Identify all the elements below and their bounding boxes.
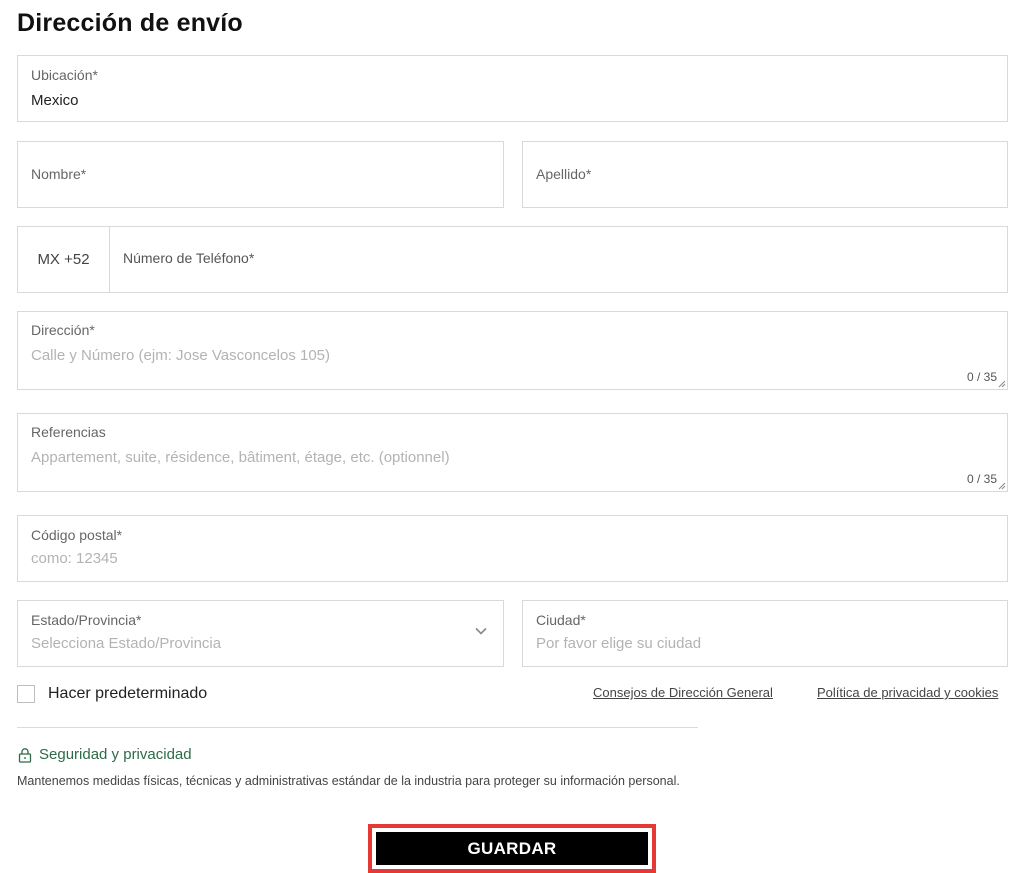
references-char-counter: 0 / 35 bbox=[966, 472, 997, 486]
page-title: Dirección de envío bbox=[17, 9, 243, 37]
first-name-field[interactable]: Nombre* bbox=[17, 141, 504, 208]
privacy-policy-link[interactable]: Política de privacidad y cookies bbox=[817, 685, 998, 700]
save-button[interactable]: GUARDAR bbox=[376, 832, 648, 865]
references-label: Referencias bbox=[31, 424, 106, 440]
address-field[interactable]: Dirección* Calle y Número (ejm: Jose Vas… bbox=[17, 311, 1008, 390]
references-placeholder: Appartement, suite, résidence, bâtiment,… bbox=[31, 449, 450, 466]
city-label: Ciudad* bbox=[536, 612, 586, 628]
last-name-field[interactable]: Apellido* bbox=[522, 141, 1008, 208]
city-field[interactable]: Ciudad* Por favor elige su ciudad bbox=[522, 600, 1008, 667]
postal-code-placeholder: como: 12345 bbox=[31, 550, 118, 567]
state-label: Estado/Provincia* bbox=[31, 612, 142, 628]
default-address-option[interactable]: Hacer predeterminado bbox=[17, 685, 207, 703]
location-label: Ubicación* bbox=[31, 67, 98, 83]
first-name-label: Nombre* bbox=[31, 166, 87, 182]
address-label: Dirección* bbox=[31, 322, 95, 338]
phone-field[interactable]: MX +52 Número de Teléfono* bbox=[17, 226, 1008, 293]
lock-icon bbox=[18, 747, 32, 763]
location-field[interactable]: Ubicación* Mexico bbox=[17, 55, 1008, 122]
divider bbox=[17, 727, 698, 728]
location-value: Mexico bbox=[31, 92, 79, 109]
state-select[interactable]: Estado/Provincia* Selecciona Estado/Prov… bbox=[17, 600, 504, 667]
chevron-down-icon bbox=[475, 627, 487, 635]
default-checkbox-label: Hacer predeterminado bbox=[48, 685, 208, 702]
last-name-label: Apellido* bbox=[536, 166, 592, 182]
security-heading: Seguridad y privacidad bbox=[17, 746, 192, 763]
resize-handle-icon[interactable] bbox=[998, 380, 1006, 388]
address-char-counter: 0 / 35 bbox=[966, 370, 997, 384]
address-tips-link[interactable]: Consejos de Dirección General bbox=[593, 685, 773, 700]
state-placeholder: Selecciona Estado/Provincia bbox=[31, 635, 222, 652]
postal-code-label: Código postal* bbox=[31, 527, 123, 543]
country-code-selector[interactable]: MX +52 bbox=[18, 227, 110, 292]
default-checkbox[interactable] bbox=[17, 685, 35, 703]
save-button-highlight: GUARDAR bbox=[368, 824, 656, 873]
address-placeholder: Calle y Número (ejm: Jose Vasconcelos 10… bbox=[31, 347, 331, 364]
resize-handle-icon[interactable] bbox=[998, 482, 1006, 490]
phone-label: Número de Teléfono* bbox=[123, 250, 255, 266]
security-description: Mantenemos medidas físicas, técnicas y a… bbox=[17, 774, 680, 788]
references-field[interactable]: Referencias Appartement, suite, résidenc… bbox=[17, 413, 1008, 492]
security-title: Seguridad y privacidad bbox=[39, 746, 192, 763]
city-placeholder: Por favor elige su ciudad bbox=[536, 635, 702, 652]
postal-code-field[interactable]: Código postal* como: 12345 bbox=[17, 515, 1008, 582]
